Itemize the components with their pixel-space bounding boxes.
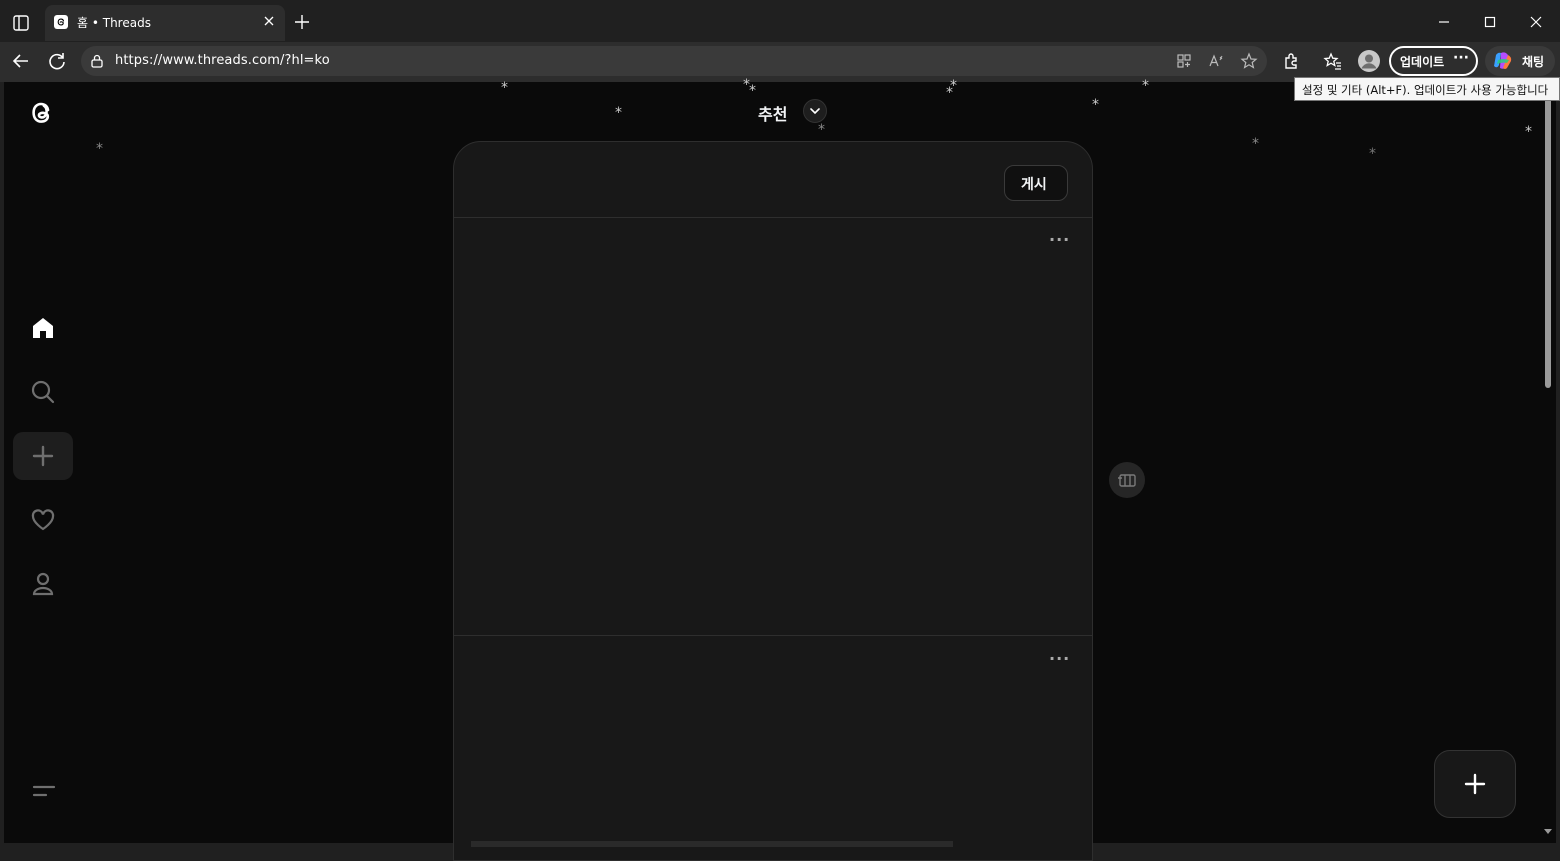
composer-divider — [454, 217, 1092, 218]
update-label: 업데이트 — [1400, 55, 1445, 69]
scrollbar-thumb[interactable] — [1545, 98, 1551, 388]
url-text: https://www.threads.com/?hl=ko — [115, 53, 330, 68]
minimize-icon[interactable] — [1430, 8, 1458, 36]
browser-tab[interactable]: 홈 • Threads — [45, 5, 285, 41]
plus-icon — [1464, 773, 1486, 795]
post-button-label: 게시 — [1021, 177, 1047, 193]
extensions-icon[interactable] — [1278, 47, 1306, 75]
update-settings-button[interactable]: 업데이트 ··· — [1389, 46, 1478, 76]
copilot-icon — [1494, 52, 1512, 69]
post-button[interactable]: 게시 — [1004, 165, 1068, 201]
chevron-down-icon — [810, 108, 820, 115]
lock-icon[interactable] — [91, 54, 103, 68]
profile-avatar-icon[interactable] — [1357, 49, 1381, 73]
scroll-down-icon[interactable] — [1543, 826, 1553, 836]
address-bar[interactable]: https://www.threads.com/?hl=ko — [81, 46, 1267, 76]
feed-title[interactable]: 추천 — [758, 101, 787, 125]
read-aloud-icon[interactable] — [1208, 53, 1226, 69]
new-tab-icon[interactable] — [294, 14, 310, 30]
threads-logo-icon[interactable] — [26, 96, 58, 130]
post-more-icon-2[interactable]: ··· — [1049, 649, 1070, 668]
new-thread-fab[interactable] — [1434, 750, 1516, 818]
search-icon[interactable] — [29, 378, 57, 406]
feed-card — [453, 141, 1093, 861]
more-menu-icon: ··· — [1453, 50, 1469, 66]
copilot-label: 채팅 — [1522, 55, 1545, 69]
back-icon[interactable] — [7, 47, 35, 75]
favorites-list-icon[interactable] — [1319, 47, 1347, 75]
app-available-icon[interactable] — [1176, 53, 1192, 69]
threads-favicon-icon — [54, 15, 68, 29]
heart-icon[interactable] — [29, 506, 57, 534]
post-divider — [454, 635, 1092, 636]
tab-title: 홈 • Threads — [77, 16, 151, 30]
close-tab-icon[interactable] — [263, 15, 275, 27]
sidebar-toggle-icon[interactable] — [12, 14, 30, 32]
create-button[interactable] — [13, 432, 73, 480]
user-icon[interactable] — [29, 570, 57, 598]
home-icon[interactable] — [29, 314, 57, 342]
plus-icon — [32, 445, 54, 467]
maximize-icon[interactable] — [1476, 8, 1504, 36]
window-close-icon[interactable] — [1522, 8, 1550, 36]
columns-icon — [1118, 474, 1136, 487]
feed-dropdown-button[interactable] — [803, 99, 827, 123]
post-more-icon[interactable]: ··· — [1049, 230, 1070, 249]
settings-tooltip: 설정 및 기타 (Alt+F). 업데이트가 사용 가능합니다 — [1294, 77, 1560, 101]
horizontal-scroll-indicator — [471, 841, 953, 847]
menu-icon[interactable] — [31, 780, 57, 802]
favorite-star-icon[interactable] — [1240, 52, 1258, 70]
add-column-button[interactable] — [1109, 462, 1145, 498]
refresh-icon[interactable] — [43, 47, 71, 75]
copilot-chat-button[interactable]: 채팅 — [1485, 46, 1555, 76]
